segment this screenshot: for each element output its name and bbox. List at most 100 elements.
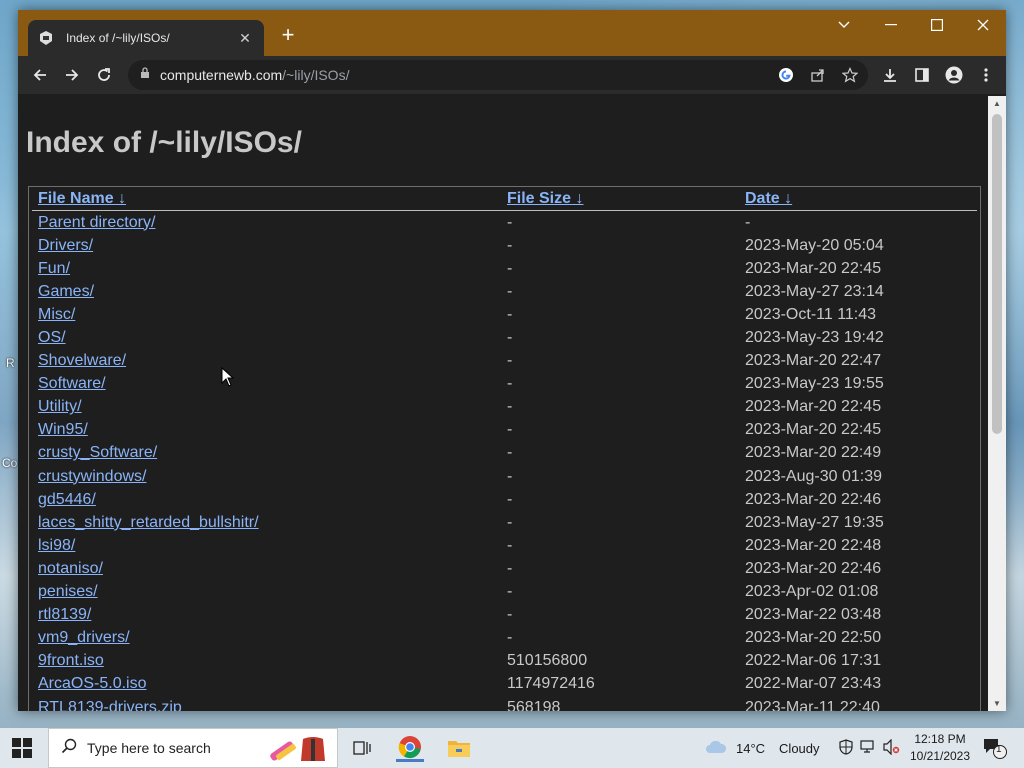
file-link[interactable]: Shovelware/: [38, 352, 126, 369]
reload-icon[interactable]: [92, 63, 116, 87]
windows-start-icon[interactable]: [12, 738, 32, 758]
page-title: Index of /~lily/ISOs/: [26, 126, 302, 159]
file-link[interactable]: gd5446/: [38, 491, 96, 508]
table-row: RTL8139-drivers.zip 568198 2023-Mar-11 22:…: [32, 696, 977, 711]
file-size: -: [507, 559, 513, 577]
desktop-icon-label: R: [6, 356, 15, 370]
file-link[interactable]: ArcaOS-5.0.iso: [38, 675, 146, 692]
file-size: -: [507, 329, 513, 347]
new-tab-icon[interactable]: +: [276, 24, 300, 48]
notification-center-icon[interactable]: 1: [982, 728, 1008, 768]
search-highlight-icon: [267, 733, 329, 768]
share-icon[interactable]: [808, 65, 828, 85]
file-size: -: [507, 444, 513, 462]
table-row: Software/ - 2023-May-23 19:55: [32, 373, 977, 396]
sort-by-name-link[interactable]: File Name ↓: [38, 190, 126, 207]
file-link[interactable]: lsi98/: [38, 537, 75, 554]
file-link[interactable]: OS/: [38, 329, 66, 346]
tab-close-icon[interactable]: ✕: [236, 30, 254, 47]
file-link[interactable]: Games/: [38, 283, 94, 300]
table-row: rtl8139/ - 2023-Mar-22 03:48: [32, 604, 977, 627]
file-link[interactable]: Fun/: [38, 260, 70, 277]
file-size: -: [507, 421, 513, 439]
file-explorer-icon[interactable]: [445, 734, 473, 762]
bookmark-star-icon[interactable]: [840, 65, 860, 85]
file-size: -: [507, 236, 513, 254]
file-link[interactable]: RTL8139-drivers.zip: [38, 699, 182, 711]
side-panel-icon[interactable]: [912, 65, 932, 85]
file-link[interactable]: 9front.iso: [38, 652, 104, 669]
google-lens-icon[interactable]: [776, 65, 796, 85]
file-date: 2023-Mar-20 22:47: [745, 352, 882, 370]
search-icon: [61, 738, 77, 759]
file-link[interactable]: Win95/: [38, 421, 88, 438]
table-row: vm9_drivers/ - 2023-Mar-20 22:50: [32, 627, 977, 650]
page-scrollbar[interactable]: ▲ ▼: [988, 96, 1006, 711]
close-window-icon[interactable]: [960, 10, 1006, 40]
file-link[interactable]: Parent directory/: [38, 214, 155, 231]
table-row: crustywindows/ - 2023-Aug-30 01:39: [32, 465, 977, 488]
scroll-down-arrow-icon[interactable]: ▼: [992, 699, 1002, 708]
maximize-icon[interactable]: [914, 10, 960, 40]
sort-by-size-link[interactable]: File Size ↓: [507, 190, 583, 207]
file-date: 2023-Mar-20 22:50: [745, 629, 882, 647]
minimize-icon[interactable]: [868, 10, 914, 40]
menu-kebab-icon[interactable]: [976, 65, 996, 85]
profile-icon[interactable]: [944, 65, 964, 85]
file-date: 2023-Mar-20 22:49: [745, 444, 882, 462]
notification-count: 1: [996, 744, 1002, 755]
task-view-icon[interactable]: [347, 734, 375, 762]
file-size: 510156800: [507, 652, 588, 670]
file-link[interactable]: crusty_Software/: [38, 444, 157, 461]
tab-search-icon[interactable]: [821, 10, 867, 40]
file-link[interactable]: rtl8139/: [38, 606, 91, 623]
table-row: Drivers/ - 2023-May-20 05:04: [32, 234, 977, 257]
cloud-icon: [704, 739, 728, 758]
table-row: crusty_Software/ - 2023-Mar-20 22:49: [32, 442, 977, 465]
table-row: notaniso/ - 2023-Mar-20 22:46: [32, 557, 977, 580]
table-row: laces_shitty_retarded_bullshitr/ - 2023-Ma…: [32, 511, 977, 534]
security-shield-icon[interactable]: [838, 738, 854, 758]
browser-tab[interactable]: Index of /~lily/ISOs/ ✕: [28, 20, 264, 56]
file-date: 2023-Mar-20 22:45: [745, 259, 882, 277]
volume-muted-icon[interactable]: [882, 738, 900, 758]
file-listing-table: File Name ↓ File Size ↓ Date ↓ Parent di…: [28, 186, 981, 711]
file-link[interactable]: Drivers/: [38, 237, 93, 254]
file-link[interactable]: Software/: [38, 375, 106, 392]
browser-window: Index of /~lily/ISOs/ ✕ + computernewb.c…: [18, 10, 1006, 711]
file-date: -: [745, 213, 751, 231]
network-icon[interactable]: [860, 739, 876, 757]
system-clock[interactable]: 12:18 PM 10/21/2023: [908, 731, 972, 765]
file-link[interactable]: penises/: [38, 583, 98, 600]
address-bar[interactable]: computernewb.com/~lily/ISOs/: [128, 60, 868, 90]
weather-temp: 14°C: [736, 740, 766, 756]
back-arrow-icon[interactable]: [28, 63, 52, 87]
file-link[interactable]: notaniso/: [38, 560, 103, 577]
file-link[interactable]: vm9_drivers/: [38, 629, 130, 646]
file-link[interactable]: Utility/: [38, 398, 82, 415]
file-date: 2023-Mar-20 22:45: [745, 398, 882, 416]
taskbar-search-box[interactable]: Type here to search: [48, 728, 338, 768]
sort-by-date-link[interactable]: Date ↓: [745, 190, 792, 207]
file-size: -: [507, 513, 513, 531]
scrollbar-thumb[interactable]: [992, 114, 1002, 434]
file-size: -: [507, 375, 513, 393]
taskbar: Type here to search 14°C Cloudy 12:18 PM…: [0, 728, 1024, 768]
file-date: 2023-May-27 19:35: [745, 513, 884, 531]
favicon-icon: [38, 30, 54, 46]
forward-arrow-icon[interactable]: [60, 63, 84, 87]
file-link[interactable]: crustywindows/: [38, 468, 146, 485]
file-link[interactable]: laces_shitty_retarded_bullshitr/: [38, 514, 259, 531]
url-domain: computernewb.com: [160, 67, 283, 83]
file-link[interactable]: Misc/: [38, 306, 75, 323]
file-date: 2023-Mar-20 22:46: [745, 490, 882, 508]
clock-time: 12:18 PM: [914, 732, 966, 746]
table-row: 9front.iso 510156800 2022-Mar-06 17:31: [32, 650, 977, 673]
file-date: 2023-Apr-02 01:08: [745, 583, 879, 601]
download-icon[interactable]: [880, 65, 900, 85]
scroll-up-arrow-icon[interactable]: ▲: [992, 99, 1002, 108]
chrome-taskbar-icon[interactable]: [396, 734, 424, 762]
table-row: Win95/ - 2023-Mar-20 22:45: [32, 419, 977, 442]
weather-widget[interactable]: 14°C Cloudy: [704, 728, 820, 768]
weather-desc: Cloudy: [779, 740, 820, 756]
